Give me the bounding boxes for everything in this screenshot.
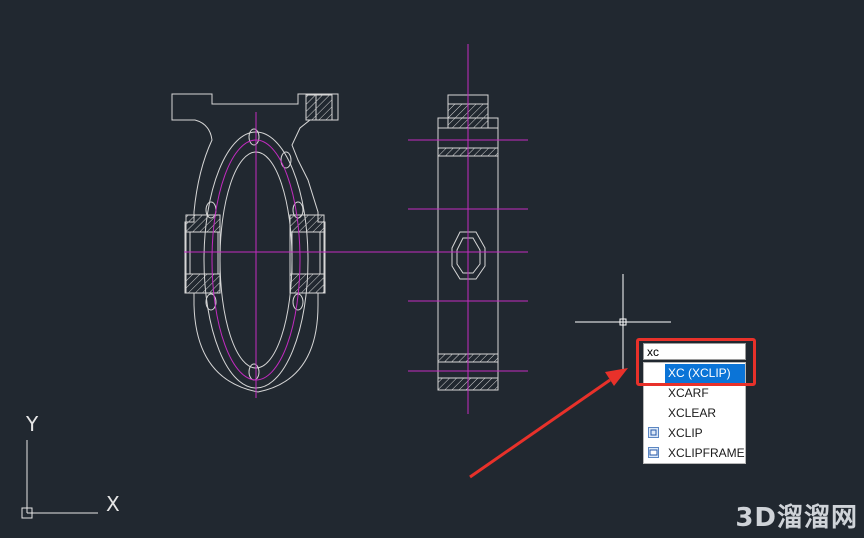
- xclip-icon: [648, 427, 659, 438]
- ucs-y-label: Y: [26, 412, 39, 436]
- watermark-logo: 3D溜溜网: [735, 503, 858, 533]
- ucs-icon: [21, 440, 98, 519]
- autocomplete-item-label: XCARF: [668, 386, 709, 400]
- autocomplete-item-label: XCLIP: [668, 426, 703, 440]
- autocomplete-item-xclip[interactable]: XCLIP: [644, 423, 745, 443]
- autocomplete-item-xclipframe[interactable]: XCLIPFRAME: [644, 443, 745, 463]
- autocomplete-item-label: XCLEAR: [668, 406, 717, 420]
- annotation-highlight-box: [636, 338, 756, 386]
- autocomplete-item-label: XCLIPFRAME: [668, 446, 745, 460]
- autocomplete-item-xcarf[interactable]: XCARF: [644, 383, 745, 403]
- xclipframe-icon: [648, 447, 659, 458]
- ucs-x-label: X: [106, 492, 120, 516]
- front-view-drawing: [171, 93, 339, 393]
- autocomplete-item-xclear[interactable]: XCLEAR: [644, 403, 745, 423]
